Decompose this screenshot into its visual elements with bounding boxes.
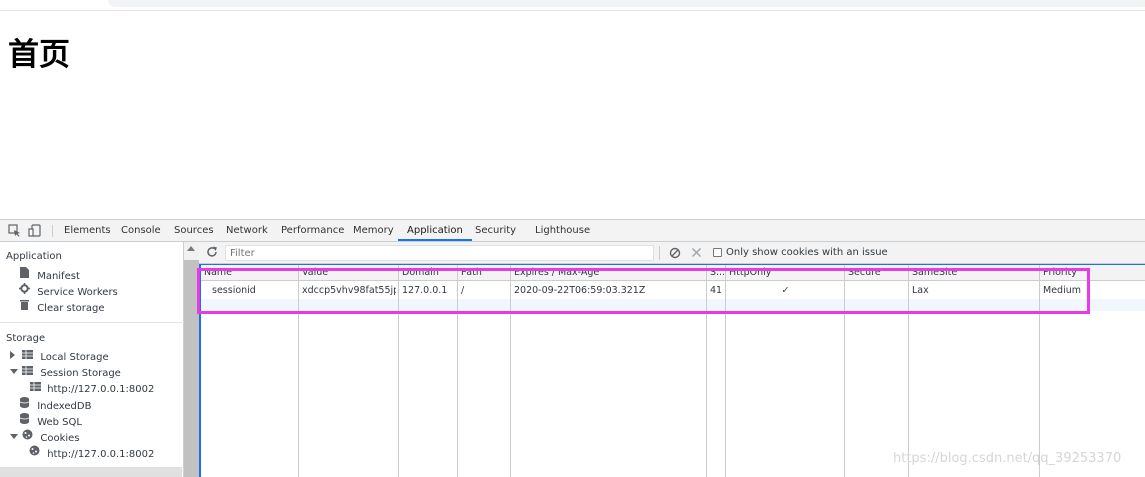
devtools-panel: Elements Console Sources Network Perform… (0, 219, 1145, 477)
toolbar-separator (52, 225, 53, 237)
only-issues-label: Only show cookies with an issue (726, 247, 888, 258)
sidebar-item-label: IndexedDB (37, 400, 92, 412)
trash-icon (20, 299, 29, 316)
file-icon (20, 267, 29, 284)
sidebar-item-session-storage[interactable]: Session Storage (10, 365, 121, 381)
devtools-tabbar: Elements Console Sources Network Perform… (0, 220, 1145, 242)
inspect-element-icon[interactable] (8, 224, 21, 237)
sidebar-item-cookies[interactable]: Cookies (10, 429, 80, 445)
tab-network[interactable]: Network (226, 220, 268, 241)
address-bar-edge (108, 0, 1145, 7)
database-icon (19, 413, 30, 430)
sidebar-item-service-workers[interactable]: Service Workers (19, 283, 118, 299)
sidebar-item-label: Local Storage (40, 352, 109, 363)
tab-security[interactable]: Security (475, 220, 516, 241)
sidebar-item-websql[interactable]: Web SQL (19, 413, 82, 430)
sidebar-item-cookies-origin[interactable]: http://127.0.0.1:8002 (29, 445, 154, 461)
cookie-icon (29, 445, 40, 462)
table-icon (22, 349, 34, 365)
sidebar-item-label: Web SQL (37, 416, 82, 428)
sidebar-section-storage: Storage (6, 333, 46, 344)
gear-icon (19, 283, 30, 300)
page-divider (0, 10, 1145, 11)
watermark-text: https://blog.csdn.net/qq_39253370 (893, 451, 1122, 466)
page-title: 首页 (8, 37, 70, 73)
toolbar-separator (659, 246, 660, 260)
sidebar-item-local-storage[interactable]: Local Storage (10, 349, 109, 365)
tab-console[interactable]: Console (121, 220, 161, 241)
sidebar-item-label: Service Workers (37, 286, 118, 298)
triangle-down-icon (10, 430, 18, 446)
tab-lighthouse[interactable]: Lighthouse (535, 220, 590, 241)
page-content: 首页 (0, 0, 1145, 219)
tab-elements[interactable]: Elements (64, 220, 111, 241)
sidebar-item-label: Clear storage (37, 302, 105, 314)
sidebar-item-clear-storage[interactable]: Clear storage (20, 299, 105, 315)
cookies-toolbar: Only show cookies with an issue (199, 242, 1145, 264)
delete-selected-icon[interactable] (691, 247, 704, 260)
sidebar-divider (0, 322, 184, 323)
table-icon (22, 365, 34, 381)
sidebar-item-label: Manifest (37, 270, 80, 282)
filter-input[interactable] (225, 245, 654, 261)
sidebar-item-label: Cookies (40, 432, 80, 444)
tab-application[interactable]: Application (398, 220, 472, 241)
sidebar-section-application: Application (6, 251, 62, 262)
device-toolbar-icon[interactable] (28, 224, 41, 237)
table-icon (30, 381, 41, 397)
cookie-icon (22, 429, 33, 446)
sidebar-item-label: Session Storage (40, 368, 121, 379)
tab-performance[interactable]: Performance (281, 220, 344, 241)
sidebar-item-session-storage-origin[interactable]: http://127.0.0.1:8002 (30, 381, 154, 397)
sidebar-item-manifest[interactable]: Manifest (20, 267, 80, 283)
only-issues-checkbox[interactable] (713, 248, 722, 257)
database-icon (19, 397, 30, 414)
scroll-up-arrow-icon[interactable] (187, 246, 195, 251)
sidebar-divider (0, 470, 184, 471)
tab-sources[interactable]: Sources (174, 220, 214, 241)
triangle-right-icon (10, 349, 16, 365)
refresh-icon[interactable] (206, 246, 219, 259)
sidebar-selection (0, 467, 182, 477)
triangle-down-icon (10, 365, 18, 381)
annotation-highlight-box (197, 268, 1090, 314)
sidebar-item-label: http://127.0.0.1:8002 (47, 384, 155, 395)
clear-all-icon[interactable] (669, 247, 682, 260)
sidebar-item-label: http://127.0.0.1:8002 (47, 448, 155, 460)
application-sidebar: Application Manifest Service Workers Cle… (0, 242, 184, 477)
tab-memory[interactable]: Memory (353, 220, 394, 241)
sidebar-item-indexeddb[interactable]: IndexedDB (19, 397, 92, 414)
